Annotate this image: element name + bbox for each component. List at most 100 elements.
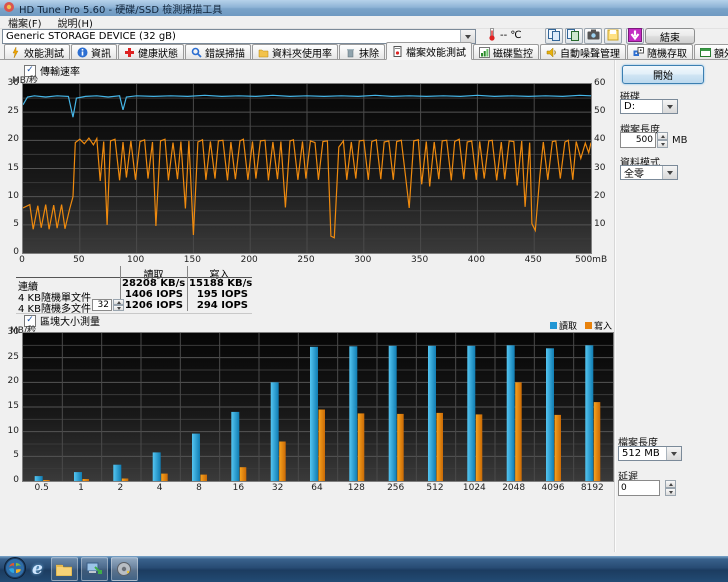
chart1-xtick: 500mB xyxy=(575,255,605,265)
chart2-ytick: 15 xyxy=(2,401,19,411)
tab-label: 檔案效能測試 xyxy=(406,44,466,59)
tab-9[interactable]: 隨機存取 xyxy=(627,44,693,59)
tab-1[interactable]: 資訊 xyxy=(71,44,117,59)
data-pattern-select[interactable]: 全零 xyxy=(620,165,678,180)
thermometer-icon xyxy=(486,28,498,44)
stepper-down-icon[interactable] xyxy=(657,140,668,148)
read-bar-16 xyxy=(231,412,239,481)
table-row-write: 195 IOPS xyxy=(189,289,248,300)
tab-5[interactable]: 抹除 xyxy=(339,44,385,59)
folder-usage-icon xyxy=(258,47,269,58)
read-bar-256 xyxy=(389,346,397,481)
read-bar-128 xyxy=(349,346,357,481)
temperature-readout: -- ℃ xyxy=(500,30,522,41)
remote-desktop-icon[interactable] xyxy=(81,557,108,581)
read-bar-8192 xyxy=(585,345,593,481)
disk-select-value: D: xyxy=(621,101,662,112)
read-bar-0.5 xyxy=(35,476,43,481)
stepper-down-icon[interactable] xyxy=(665,488,676,496)
chart1-xtick: 450 xyxy=(518,255,548,265)
start-button-orb[interactable] xyxy=(4,557,26,582)
chart1-ytick-right: 50 xyxy=(594,106,605,116)
table-row-read: 1206 IOPS xyxy=(122,300,183,311)
tab-4[interactable]: 資料夾使用率 xyxy=(252,44,338,59)
disk-monitor-icon xyxy=(479,47,490,58)
chart1-xtick: 50 xyxy=(64,255,94,265)
chart1-ytick-left: 10 xyxy=(2,191,19,201)
chart1-xtick: 250 xyxy=(291,255,321,265)
screenshot-button[interactable] xyxy=(584,28,602,44)
start-button[interactable]: 開始 xyxy=(622,65,704,84)
disk-select[interactable]: D: xyxy=(620,99,678,114)
tab-label: 錯誤掃描 xyxy=(205,45,245,60)
data-pattern-value: 全零 xyxy=(621,165,662,180)
exit-button[interactable]: 結束 xyxy=(645,28,695,44)
tab-label: 磁碟監控 xyxy=(493,45,533,60)
tab-7[interactable]: 磁碟監控 xyxy=(473,44,539,59)
stepper-down-icon[interactable] xyxy=(113,305,124,311)
tab-label: 抹除 xyxy=(359,45,379,60)
hdtune-icon[interactable] xyxy=(111,557,138,581)
chart2-xtick: 4 xyxy=(142,483,178,493)
tab-label: 資料夾使用率 xyxy=(272,45,332,60)
chart2-xtick: 32 xyxy=(260,483,296,493)
tab-10[interactable]: 額外測試 xyxy=(694,44,728,59)
write-bar-8192 xyxy=(594,402,601,481)
chart2-xtick: 0.5 xyxy=(24,483,60,493)
legend-label: 讀取 xyxy=(559,319,577,332)
stepper-up-icon[interactable] xyxy=(657,132,668,140)
read-bar-1 xyxy=(74,472,82,481)
read-bar-2 xyxy=(113,465,121,481)
copy-results-button[interactable] xyxy=(545,28,563,44)
error-scan-icon xyxy=(191,47,202,58)
window-title: HD Tune Pro 5.60 - 硬碟/SSD 檢測掃描工具 xyxy=(19,1,222,16)
multi-file-count-stepper[interactable]: 32 xyxy=(92,299,124,311)
write-bar-0.5 xyxy=(43,480,50,481)
chevron-down-icon[interactable] xyxy=(662,100,677,113)
chart2-ytick: 20 xyxy=(2,376,19,386)
toolbar: Generic STORAGE DEVICE (32 gB) -- ℃ 結束 xyxy=(0,28,728,44)
tab-6[interactable]: 檔案效能測試 xyxy=(386,42,472,60)
legend-label: 寫入 xyxy=(594,319,612,332)
chevron-down-icon[interactable] xyxy=(666,447,681,460)
delay-value[interactable]: 0 xyxy=(618,480,660,496)
chart2-ytick: 25 xyxy=(2,352,19,362)
chevron-down-icon[interactable] xyxy=(662,166,677,179)
read-bar-4096 xyxy=(546,348,554,481)
block-file-length-select[interactable]: 512 MB xyxy=(618,446,682,461)
device-select-value: Generic STORAGE DEVICE (32 gB) xyxy=(3,31,460,42)
start-button-label: 開始 xyxy=(653,67,673,82)
panel-divider xyxy=(614,60,616,552)
multi-file-count-value[interactable]: 32 xyxy=(92,299,112,311)
ie-icon[interactable]: e xyxy=(32,559,43,579)
stepper-up-icon[interactable] xyxy=(665,480,676,488)
block-size-plot xyxy=(23,333,613,481)
file-length-stepper[interactable]: 500 xyxy=(620,132,668,148)
tab-0[interactable]: 效能測試 xyxy=(4,44,70,59)
file-length-value[interactable]: 500 xyxy=(620,132,656,148)
tab-3[interactable]: 錯誤掃描 xyxy=(185,44,251,59)
tab-2[interactable]: 健康狀態 xyxy=(118,44,184,59)
extra-tests-icon xyxy=(700,47,711,58)
read-bar-1024 xyxy=(467,346,475,481)
chart2-xtick: 2 xyxy=(102,483,138,493)
copy-image-button[interactable] xyxy=(565,28,583,44)
file-benchmark-icon xyxy=(392,46,403,57)
chart2-xtick: 128 xyxy=(338,483,374,493)
explorer-icon[interactable] xyxy=(51,557,78,581)
delay-stepper[interactable]: 0 xyxy=(618,480,676,496)
main-content: ✓ 傳輸速率 MB/秒 3025201510506050403020100501… xyxy=(0,60,728,556)
write-bar-4096 xyxy=(555,415,562,481)
chart2-xtick: 16 xyxy=(220,483,256,493)
update-button[interactable] xyxy=(626,28,644,44)
block-file-length-value: 512 MB xyxy=(619,448,666,459)
save-button[interactable] xyxy=(604,28,622,44)
write-bar-256 xyxy=(397,414,404,481)
tab-label: 自動噪聲管理 xyxy=(560,45,620,60)
read-bar-64 xyxy=(310,347,318,481)
transfer-rate-plot xyxy=(23,84,591,253)
table-row-read: 28208 KB/s xyxy=(122,278,183,289)
write-bar-1 xyxy=(83,479,90,481)
tab-8[interactable]: 自動噪聲管理 xyxy=(540,44,626,59)
chart1-ytick-right: 30 xyxy=(594,163,605,173)
